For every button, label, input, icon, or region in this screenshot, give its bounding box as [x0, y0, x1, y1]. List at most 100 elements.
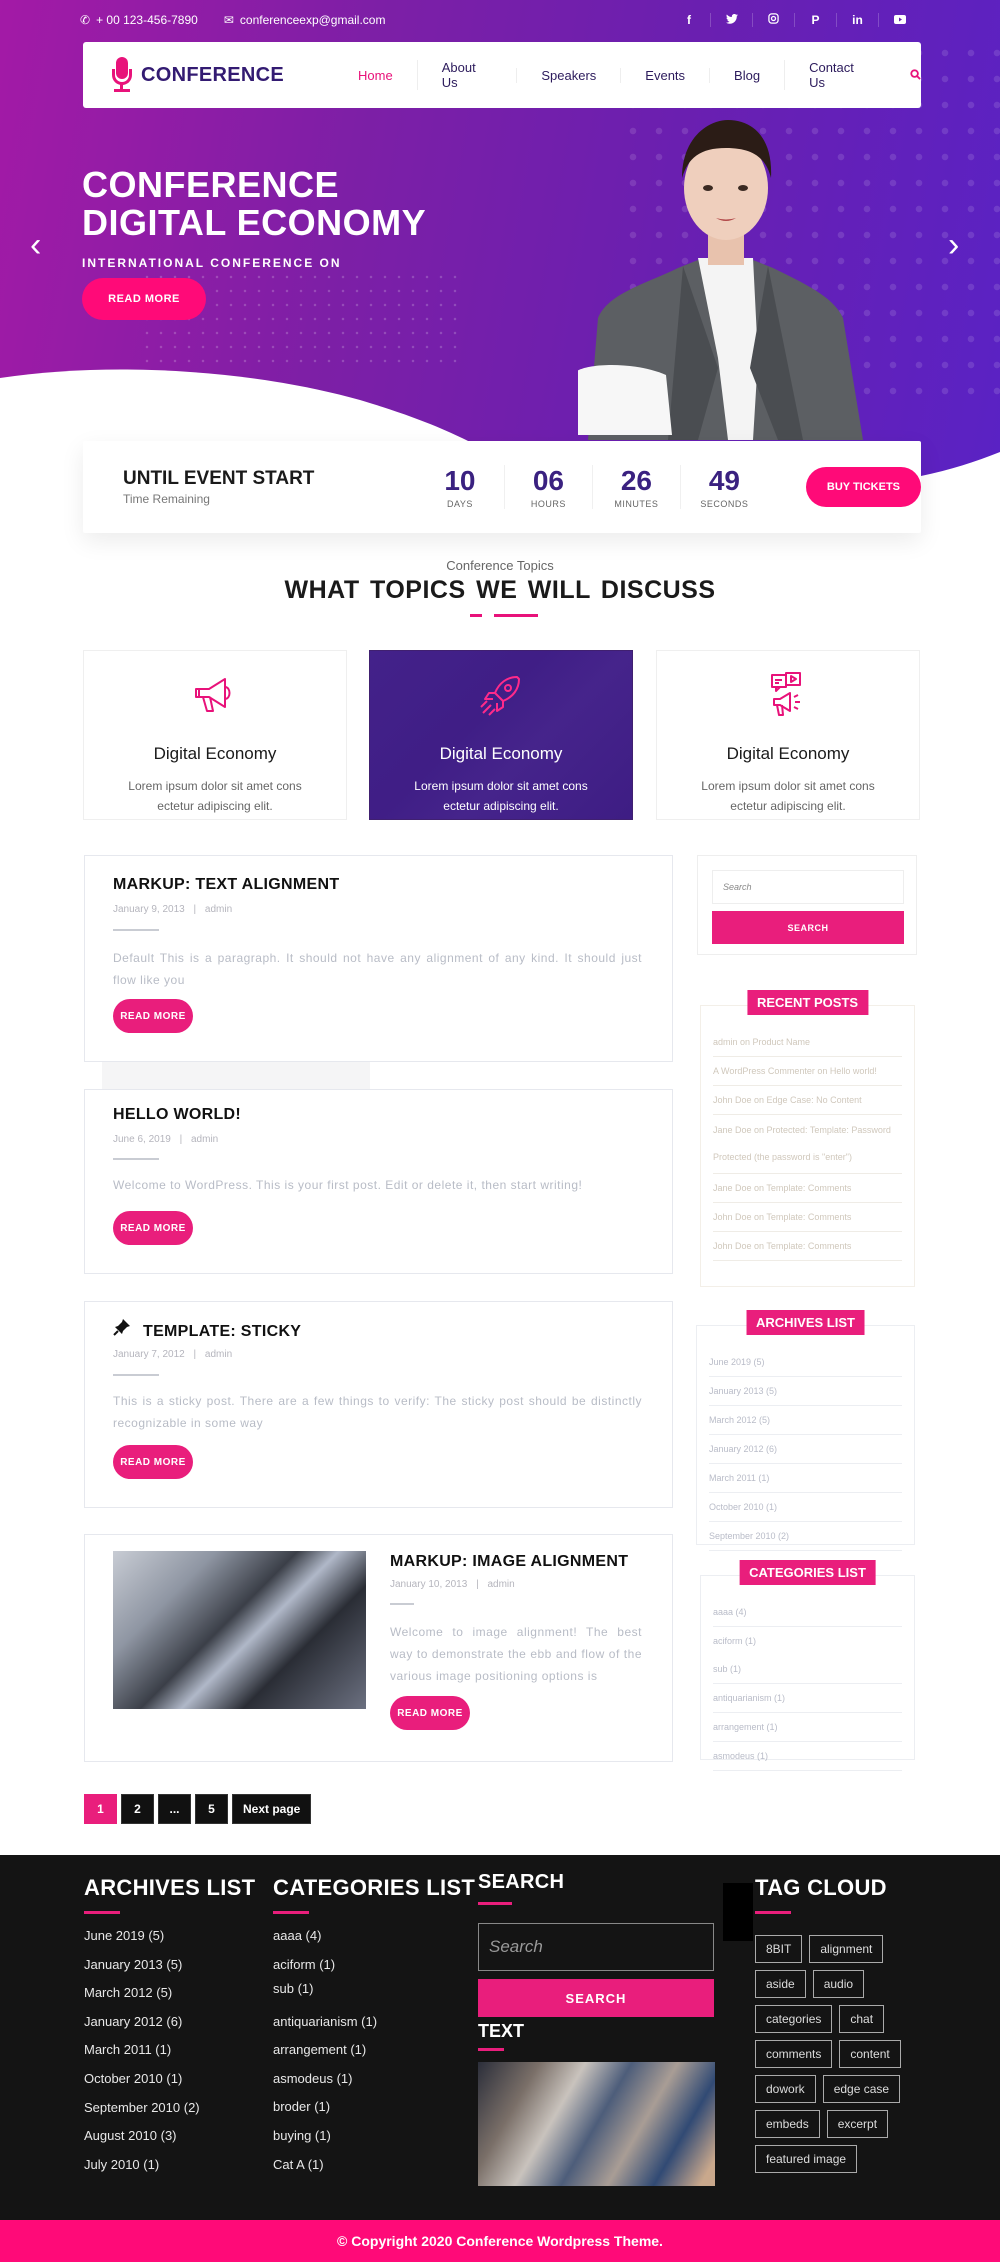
nav-item-contact-us[interactable]: Contact Us: [784, 60, 894, 90]
slider-prev-arrow[interactable]: ‹: [30, 228, 41, 262]
tag-link[interactable]: chat: [839, 2005, 885, 2033]
next-page-button[interactable]: Next page: [232, 1794, 312, 1824]
recent-post-item[interactable]: Jane Doe on Template: Comments: [713, 1174, 902, 1203]
recent-post-item[interactable]: John Doe on Template: Comments: [713, 1232, 902, 1261]
email-contact[interactable]: ✉ conferenceexp@gmail.com: [224, 13, 386, 27]
footer-search-button[interactable]: SEARCH: [478, 1979, 714, 2017]
read-more-button[interactable]: READ MORE: [113, 999, 193, 1033]
tag-link[interactable]: comments: [755, 2040, 833, 2068]
hero-title: CONFERENCE DIGITAL ECONOMY: [82, 164, 427, 243]
footer-archive-item[interactable]: October 2010 (1): [84, 2071, 255, 2100]
page-5[interactable]: 5: [195, 1794, 228, 1824]
instagram-icon[interactable]: [752, 13, 794, 27]
footer-archive-item[interactable]: March 2012 (5): [84, 1985, 255, 2014]
footer-category-item[interactable]: asmodeus (1): [273, 2071, 475, 2100]
phone-contact[interactable]: ✆ + 00 123-456-7890: [80, 13, 198, 27]
footer-category-item[interactable]: arrangement (1): [273, 2042, 475, 2071]
post-title[interactable]: TEMPLATE: STICKY: [113, 1318, 301, 1341]
tag-link[interactable]: categories: [755, 2005, 833, 2033]
hero-read-more-button[interactable]: READ MORE: [82, 278, 206, 320]
footer-category-item[interactable]: Cat A (1): [273, 2157, 475, 2186]
footer-archive-item[interactable]: June 2019 (5): [84, 1928, 255, 1957]
nav-item-about-us[interactable]: About Us: [416, 60, 517, 90]
footer-search-input[interactable]: Search: [478, 1923, 714, 1971]
archive-item[interactable]: March 2011 (1): [709, 1464, 902, 1493]
read-more-button[interactable]: READ MORE: [390, 1696, 470, 1730]
read-more-button[interactable]: READ MORE: [113, 1445, 193, 1479]
read-more-button[interactable]: READ MORE: [113, 1211, 193, 1245]
facebook-icon[interactable]: f: [668, 13, 710, 27]
linkedin-icon[interactable]: in: [836, 13, 878, 27]
page-2[interactable]: 2: [121, 1794, 154, 1824]
archive-item[interactable]: September 2010 (2): [709, 1522, 902, 1551]
tag-link[interactable]: embeds: [755, 2110, 820, 2138]
footer-archive-item[interactable]: August 2010 (3): [84, 2128, 255, 2157]
tag-link[interactable]: alignment: [809, 1935, 884, 1963]
nav-item-events[interactable]: Events: [620, 67, 709, 83]
topic-card-featured[interactable]: Digital Economy Lorem ipsum dolor sit am…: [369, 650, 633, 820]
tag-link[interactable]: 8BIT: [755, 1935, 803, 1963]
category-item[interactable]: aciform (1): [713, 1627, 902, 1655]
recent-post-item[interactable]: Jane Doe on Protected: Template: Passwor…: [713, 1115, 902, 1174]
footer-category-item[interactable]: aciform (1): [273, 1957, 475, 1981]
post-author[interactable]: admin: [205, 1349, 232, 1360]
buy-tickets-button[interactable]: BUY TICKETS: [805, 467, 921, 507]
footer-category-item[interactable]: sub (1): [273, 1981, 475, 2014]
post-title[interactable]: MARKUP: TEXT ALIGNMENT: [113, 876, 339, 894]
recent-post-item[interactable]: admin on Product Name: [713, 1028, 902, 1057]
footer-archive-item[interactable]: March 2011 (1): [84, 2042, 255, 2071]
footer-category-item[interactable]: broder (1): [273, 2099, 475, 2128]
widget-title: ARCHIVES LIST: [746, 1310, 865, 1335]
tag-link[interactable]: aside: [755, 1970, 806, 1998]
sidebar-search-input[interactable]: Search: [712, 870, 904, 904]
footer-archive-item[interactable]: September 2010 (2): [84, 2100, 255, 2129]
category-item[interactable]: sub (1): [713, 1655, 902, 1684]
archive-item[interactable]: January 2013 (5): [709, 1377, 902, 1406]
tag-link[interactable]: featured image: [755, 2145, 858, 2173]
footer-category-item[interactable]: aaaa (4): [273, 1928, 475, 1957]
tag-link[interactable]: audio: [812, 1970, 865, 1998]
slider-next-arrow[interactable]: ›: [948, 228, 959, 262]
post-author[interactable]: admin: [487, 1579, 514, 1590]
category-item[interactable]: antiquarianism (1): [713, 1684, 902, 1713]
footer-archive-item[interactable]: January 2013 (5): [84, 1957, 255, 1986]
page-1[interactable]: 1: [84, 1794, 117, 1824]
post-author[interactable]: admin: [191, 1134, 218, 1145]
tag-link[interactable]: excerpt: [826, 2110, 889, 2138]
archive-item[interactable]: October 2010 (1): [709, 1493, 902, 1522]
archive-item[interactable]: January 2012 (6): [709, 1435, 902, 1464]
post-title[interactable]: HELLO WORLD!: [113, 1106, 241, 1124]
category-item[interactable]: aaaa (4): [713, 1598, 902, 1627]
post-author[interactable]: admin: [205, 904, 232, 915]
nav-item-home[interactable]: Home: [334, 68, 417, 83]
footer-archive-item[interactable]: January 2012 (6): [84, 2014, 255, 2043]
category-item[interactable]: arrangement (1): [713, 1713, 902, 1742]
search-icon[interactable]: [910, 67, 921, 83]
footer-category-item[interactable]: antiquarianism (1): [273, 2014, 475, 2043]
topic-card[interactable]: Digital Economy Lorem ipsum dolor sit am…: [656, 650, 920, 820]
topic-card[interactable]: Digital Economy Lorem ipsum dolor sit am…: [83, 650, 347, 820]
archive-item[interactable]: June 2019 (5): [709, 1348, 902, 1377]
nav-item-blog[interactable]: Blog: [709, 67, 784, 83]
recent-post-item[interactable]: A WordPress Commenter on Hello world!: [713, 1057, 902, 1086]
recent-post-item[interactable]: John Doe on Edge Case: No Content: [713, 1086, 902, 1115]
archive-item[interactable]: March 2012 (5): [709, 1406, 902, 1435]
post-excerpt: This is a sticky post. There are a few t…: [113, 1394, 642, 1430]
post-featured-image[interactable]: [113, 1551, 366, 1709]
copyright-bar: © Copyright 2020 Conference Wordpress Th…: [0, 2220, 1000, 2262]
footer-archive-item[interactable]: July 2010 (1): [84, 2157, 255, 2186]
post-title[interactable]: MARKUP: IMAGE ALIGNMENT: [390, 1553, 628, 1571]
tag-link[interactable]: dowork: [755, 2075, 816, 2103]
category-item[interactable]: asmodeus (1): [713, 1742, 902, 1771]
post-meta: June 6, 2019 | admin: [113, 1134, 219, 1145]
tag-link[interactable]: edge case: [822, 2075, 901, 2103]
recent-post-item[interactable]: John Doe on Template: Comments: [713, 1203, 902, 1232]
pinterest-icon[interactable]: P: [794, 13, 836, 27]
site-logo[interactable]: CONFERENCE: [111, 57, 284, 93]
tag-link[interactable]: content: [839, 2040, 901, 2068]
twitter-icon[interactable]: [710, 13, 752, 27]
sidebar-search-button[interactable]: SEARCH: [712, 911, 904, 944]
nav-item-speakers[interactable]: Speakers: [516, 67, 620, 83]
footer-category-item[interactable]: buying (1): [273, 2128, 475, 2157]
youtube-icon[interactable]: [878, 13, 920, 27]
